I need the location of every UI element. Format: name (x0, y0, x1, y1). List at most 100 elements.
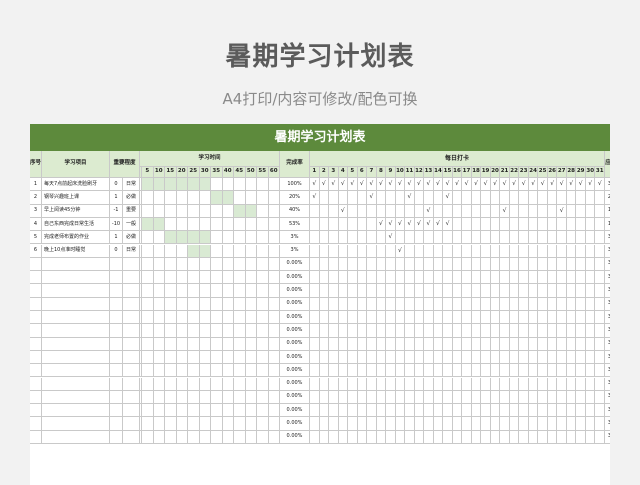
time-cell[interactable] (234, 231, 246, 245)
time-block-filled[interactable] (199, 178, 211, 192)
checkin-cell[interactable] (452, 204, 463, 218)
checkin-cell[interactable] (595, 430, 605, 444)
checkin-cell[interactable] (329, 404, 339, 418)
checkin-cell[interactable] (310, 217, 320, 232)
checkin-cell[interactable] (519, 350, 529, 365)
checkin-cell[interactable] (585, 364, 596, 378)
time-cell[interactable] (153, 257, 165, 272)
checkin-cell[interactable] (528, 297, 539, 311)
time-block-filled[interactable] (176, 178, 188, 192)
time-cell[interactable] (268, 284, 280, 298)
checkin-mark[interactable]: √ (557, 204, 567, 218)
checkin-cell[interactable] (424, 191, 434, 205)
time-cell[interactable] (222, 231, 234, 245)
time-cell[interactable] (222, 324, 234, 338)
time-cell[interactable] (176, 324, 188, 338)
row-study-item[interactable] (42, 350, 110, 365)
checkin-cell[interactable] (433, 284, 444, 298)
checkin-cell[interactable] (433, 337, 444, 351)
checkin-cell[interactable] (386, 430, 396, 444)
checkin-cell[interactable] (414, 390, 425, 405)
time-cell[interactable] (142, 390, 154, 405)
checkin-cell[interactable] (386, 324, 396, 338)
checkin-cell[interactable] (547, 311, 558, 325)
row-priority-label[interactable] (123, 377, 140, 391)
time-cell[interactable] (234, 404, 246, 418)
checkin-cell[interactable] (348, 417, 358, 431)
checkin-cell[interactable] (471, 191, 482, 205)
checkin-cell[interactable] (357, 311, 368, 325)
checkin-cell[interactable] (519, 204, 529, 218)
checkin-cell[interactable] (490, 284, 501, 298)
row-seq[interactable]: 2 (30, 191, 42, 205)
checkin-cell[interactable] (547, 284, 558, 298)
checkin-mark[interactable]: √ (395, 244, 406, 258)
checkin-cell[interactable] (433, 350, 444, 365)
time-cell[interactable] (142, 417, 154, 431)
checkin-cell[interactable] (357, 204, 368, 218)
row-priority-number[interactable]: 0 (110, 244, 123, 258)
checkin-cell[interactable] (509, 390, 520, 405)
checkin-cell[interactable] (329, 217, 339, 232)
checkin-cell[interactable] (376, 244, 387, 258)
row-study-item[interactable] (42, 430, 110, 444)
checkin-cell[interactable] (310, 364, 320, 378)
row-seq[interactable] (30, 377, 42, 391)
row-seq[interactable] (30, 364, 42, 378)
checkin-cell[interactable] (357, 377, 368, 391)
checkin-cell[interactable] (414, 404, 425, 418)
time-cell[interactable] (234, 217, 246, 232)
checkin-cell[interactable] (585, 311, 596, 325)
checkin-cell[interactable] (357, 364, 368, 378)
checkin-cell[interactable] (528, 257, 539, 272)
checkin-cell[interactable] (509, 204, 520, 218)
time-cell[interactable] (245, 284, 257, 298)
checkin-cell[interactable] (395, 204, 406, 218)
checkin-cell[interactable] (557, 231, 567, 245)
checkin-cell[interactable] (367, 337, 377, 351)
checkin-cell[interactable] (462, 311, 472, 325)
row-priority-number[interactable] (110, 284, 123, 298)
checkin-cell[interactable] (414, 350, 425, 365)
checkin-cell[interactable] (395, 284, 406, 298)
checkin-mark[interactable]: √ (528, 178, 539, 192)
checkin-cell[interactable] (547, 430, 558, 444)
time-cell[interactable] (165, 364, 177, 378)
time-cell[interactable] (257, 377, 269, 391)
time-cell[interactable] (188, 337, 200, 351)
checkin-cell[interactable] (367, 430, 377, 444)
checkin-cell[interactable] (338, 271, 349, 285)
time-cell[interactable] (234, 390, 246, 405)
checkin-cell[interactable] (538, 350, 548, 365)
row-priority-number[interactable] (110, 364, 123, 378)
checkin-cell[interactable] (481, 204, 491, 218)
checkin-cell[interactable] (471, 324, 482, 338)
checkin-cell[interactable] (471, 337, 482, 351)
time-cell[interactable] (257, 324, 269, 338)
time-cell[interactable] (234, 257, 246, 272)
checkin-cell[interactable] (319, 231, 330, 245)
checkin-cell[interactable] (367, 390, 377, 405)
checkin-cell[interactable] (395, 257, 406, 272)
checkin-cell[interactable] (538, 430, 548, 444)
row-priority-number[interactable] (110, 350, 123, 365)
checkin-mark[interactable]: √ (319, 178, 330, 192)
checkin-cell[interactable] (405, 311, 415, 325)
checkin-cell[interactable] (376, 364, 387, 378)
checkin-cell[interactable] (376, 404, 387, 418)
checkin-mark[interactable]: √ (452, 178, 463, 192)
time-cell[interactable] (257, 311, 269, 325)
checkin-cell[interactable] (566, 430, 577, 444)
checkin-cell[interactable] (538, 364, 548, 378)
row-priority-number[interactable] (110, 257, 123, 272)
row-seq[interactable] (30, 417, 42, 431)
row-priority-label[interactable]: 重要 (123, 204, 140, 218)
checkin-cell[interactable] (547, 377, 558, 391)
checkin-mark[interactable]: √ (424, 204, 434, 218)
checkin-cell[interactable] (509, 430, 520, 444)
checkin-cell[interactable] (443, 350, 453, 365)
row-seq[interactable] (30, 271, 42, 285)
checkin-cell[interactable] (557, 430, 567, 444)
time-block-filled[interactable] (153, 217, 165, 232)
checkin-cell[interactable] (481, 430, 491, 444)
